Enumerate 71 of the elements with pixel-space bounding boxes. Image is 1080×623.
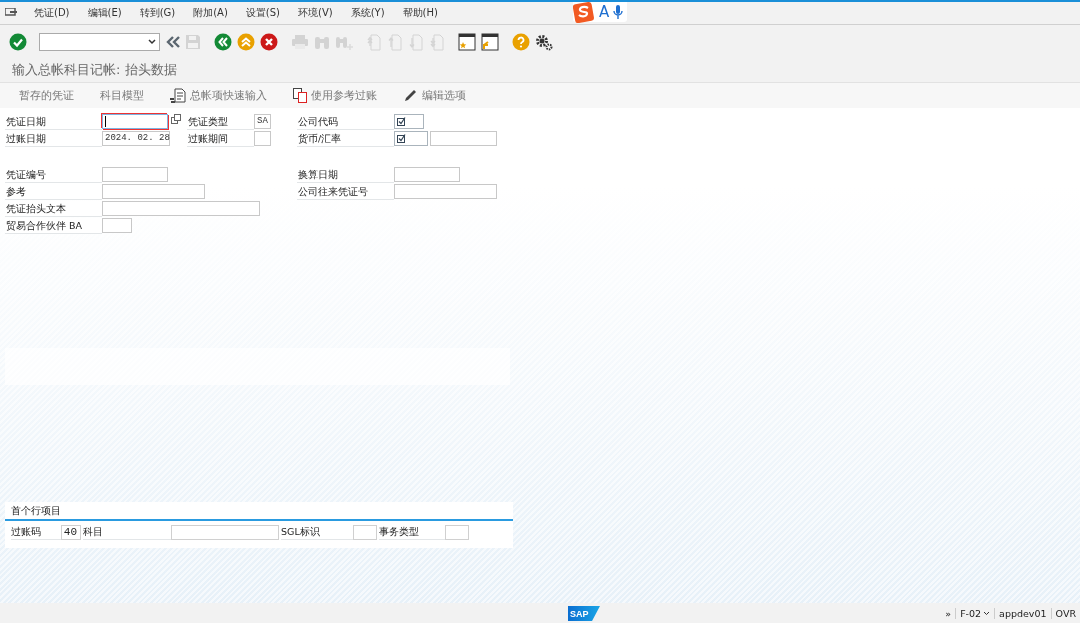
field-label: 贸易合作伙伴 BA — [5, 218, 102, 234]
input-field[interactable] — [430, 131, 497, 146]
command-field[interactable] — [39, 32, 160, 51]
field-label: 凭证编号 — [5, 167, 102, 183]
toolbar-button[interactable]: 暂存的凭证 — [12, 83, 81, 108]
section-title: 首个行项目 — [5, 502, 513, 521]
field-label: 过账期间 — [187, 131, 254, 147]
menu-item[interactable]: 系统(Y) — [341, 6, 394, 20]
menu-item[interactable]: 转到(G) — [130, 6, 185, 20]
input-field[interactable]: 2024. 02. 28 — [102, 131, 170, 146]
toolbar-button[interactable]: 使用参考过账 — [286, 83, 384, 108]
input-field[interactable] — [171, 524, 279, 540]
document-list-icon — [170, 88, 186, 103]
copy-icon — [293, 88, 307, 103]
toolbar-button[interactable]: 科目模型 — [93, 83, 151, 108]
input-field[interactable]: SA — [254, 114, 271, 129]
field-label: SGL标识 — [281, 524, 353, 540]
value-help-icon[interactable] — [171, 114, 182, 125]
status-item: appdev01 — [994, 607, 1051, 619]
field-label: 公司代码 — [297, 114, 394, 130]
sap-logo: SAP — [568, 606, 600, 621]
input-field[interactable] — [445, 524, 469, 540]
input-field[interactable]: 40 — [61, 524, 81, 540]
field-label: 科目 — [83, 524, 171, 540]
status-item[interactable]: F-02 — [955, 607, 995, 619]
input-method-logo-icon[interactable] — [573, 1, 595, 23]
checkmark-icon[interactable] — [9, 32, 27, 51]
field-label: 事务类型 — [379, 524, 445, 540]
input-field[interactable] — [102, 114, 168, 129]
input-field[interactable] — [102, 218, 132, 233]
screen-title: 输入总帐科目记帐: 抬头数据 — [12, 62, 177, 77]
cancel-icon[interactable] — [260, 32, 278, 51]
field-label: 换算日期 — [297, 167, 394, 183]
status-item: OVR — [1050, 607, 1080, 619]
input-field[interactable] — [394, 184, 497, 199]
required-check-icon — [397, 117, 406, 126]
toolbar-button[interactable]: 总帐项快速输入 — [163, 83, 274, 108]
menu-item[interactable]: 凭证(D) — [25, 6, 79, 20]
input-field[interactable] — [254, 131, 271, 146]
input-mode-label[interactable]: A — [599, 3, 610, 21]
menu-item[interactable]: 编辑(E) — [78, 6, 131, 20]
help-icon[interactable] — [512, 32, 530, 51]
back-icon[interactable] — [214, 32, 232, 51]
pencil-icon — [403, 88, 418, 103]
field-label: 凭证抬头文本 — [5, 201, 102, 217]
menu-item[interactable]: 附加(A) — [184, 6, 237, 20]
field-label: 参考 — [5, 184, 102, 200]
status-item[interactable]: » — [941, 607, 956, 619]
field-label: 货币/汇率 — [297, 131, 394, 147]
double-chevron-icon[interactable] — [166, 34, 180, 49]
field-label: 过账码 — [11, 524, 61, 540]
input-field[interactable] — [394, 131, 428, 146]
input-field[interactable] — [102, 184, 205, 199]
field-label: 凭证日期 — [5, 114, 102, 130]
field-label: 凭证类型 — [187, 114, 254, 130]
menu-item[interactable]: 设置(S) — [236, 6, 289, 20]
required-check-icon — [397, 134, 406, 143]
exit-icon[interactable] — [237, 32, 255, 51]
input-field[interactable] — [394, 167, 460, 182]
microphone-icon[interactable] — [613, 4, 624, 20]
input-field[interactable] — [102, 167, 168, 182]
input-field[interactable] — [102, 201, 260, 216]
input-field[interactable] — [353, 524, 377, 540]
menu-item[interactable]: 环境(V) — [289, 6, 342, 20]
menu-item[interactable]: 帮助(H) — [393, 6, 447, 20]
menu-icon[interactable] — [5, 8, 17, 18]
field-label: 过账日期 — [5, 131, 102, 147]
field-label: 公司往来凭证号 — [297, 184, 394, 200]
toolbar-button[interactable]: 编辑选项 — [396, 83, 473, 108]
input-field[interactable] — [394, 114, 424, 129]
settings-icon[interactable] — [535, 32, 553, 51]
